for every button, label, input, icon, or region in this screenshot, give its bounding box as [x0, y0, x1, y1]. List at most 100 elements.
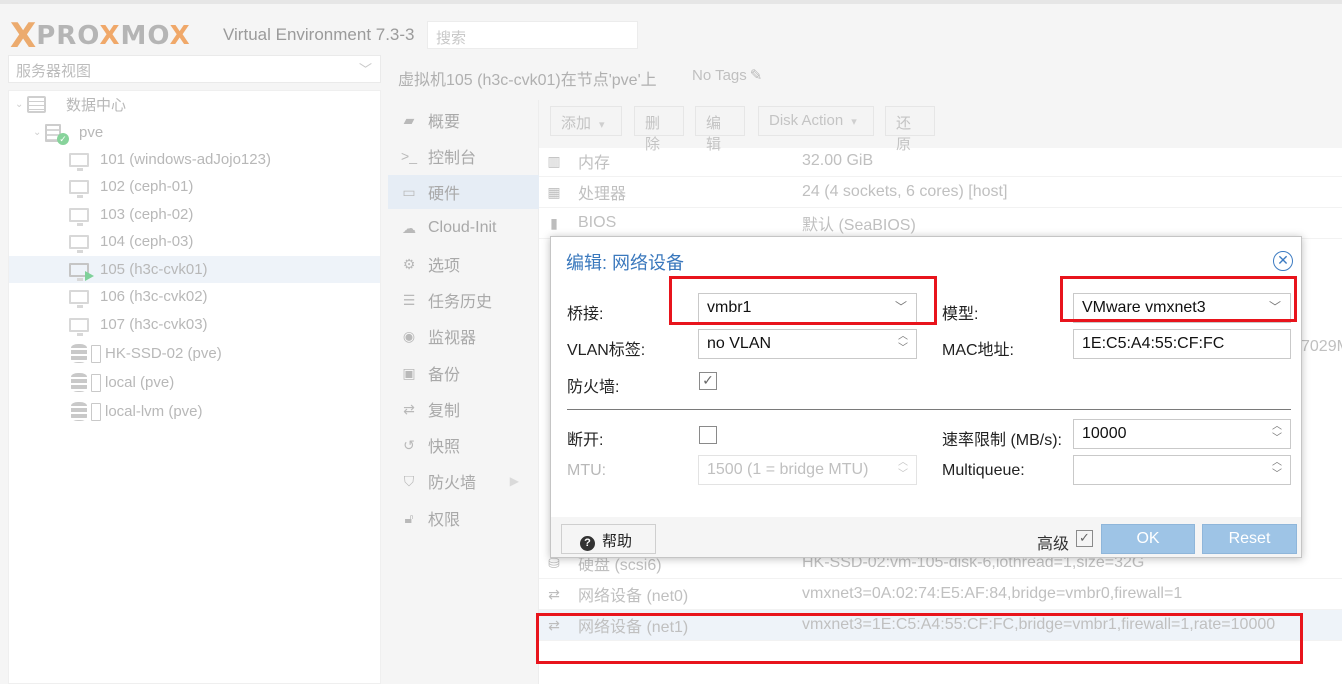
tree-node-storage[interactable]: HK-SSD-02 (pve) — [9, 340, 380, 367]
cpu-icon: ▦ — [547, 183, 561, 200]
hardware-row[interactable]: ▦ 处理器 24 (4 sockets, 6 cores) [host] — [539, 177, 1342, 208]
tree-node-vm[interactable]: 107 (h3c-cvk03) — [9, 311, 380, 338]
tree-node-label: local (pve) — [105, 374, 175, 391]
nav-monitor[interactable]: ◉ 监视器 — [388, 319, 539, 353]
nav-console[interactable]: >_ 控制台 — [388, 139, 539, 173]
running-play-icon — [85, 270, 94, 281]
tags-editor[interactable]: No Tags ✎ — [692, 66, 762, 84]
storage-doc-icon — [91, 402, 101, 421]
tree-node-label: HK-SSD-02 (pve) — [105, 345, 222, 362]
revert-button[interactable]: 还原 — [885, 106, 935, 153]
hardware-row[interactable]: ▥ 内存 32.00 GiB — [539, 146, 1342, 177]
history-icon: ↺ — [403, 436, 415, 453]
model-label: 模型: — [942, 306, 979, 323]
tree-node-pve[interactable]: ⌄ ✓ pve — [9, 119, 380, 146]
gear-icon: ⚙ — [402, 255, 416, 272]
nav-cloud-init[interactable]: ☁ Cloud-Init — [388, 211, 539, 245]
tree-node-vm[interactable]: 106 (h3c-cvk02) — [9, 283, 380, 310]
collapse-arrow-icon[interactable]: ⌄ — [33, 127, 45, 138]
view-selector[interactable]: 服务器视图 ﹀ — [8, 55, 381, 83]
mac-address-field[interactable]: 1E:C5:A4:55:CF:FC — [1073, 329, 1291, 359]
server-icon — [27, 96, 46, 113]
nav-label: 任务历史 — [428, 294, 493, 311]
nav-firewall[interactable]: ⛉ 防火墙 ▶ — [388, 464, 539, 498]
tree-node-vm[interactable]: 102 (ceph-01) — [9, 173, 380, 200]
reset-button[interactable]: Reset — [1202, 524, 1297, 554]
question-icon: ? — [580, 536, 595, 551]
eye-icon: ◉ — [402, 327, 416, 344]
spinner-icon[interactable]: ︿ ﹀ — [1272, 457, 1282, 481]
tree-node-datacenter[interactable]: ⌄ 数据中心 — [9, 91, 380, 118]
chevron-down-icon: ▾ — [599, 119, 605, 131]
nav-label: 概要 — [428, 114, 461, 131]
help-button[interactable]: ? 帮助 — [561, 524, 656, 554]
nav-task-history[interactable]: ☰ 任务历史 — [388, 283, 539, 317]
cloud-icon: ☁ — [402, 219, 416, 236]
nav-label: 快照 — [428, 439, 461, 456]
tags-label: No Tags — [692, 67, 747, 84]
firewall-checkbox[interactable]: ✓ — [699, 372, 717, 390]
ok-button[interactable]: OK — [1101, 524, 1195, 554]
storage-doc-icon — [91, 344, 101, 363]
vm-monitor-icon — [69, 234, 89, 253]
view-selector-value: 服务器视图 — [16, 63, 92, 80]
nav-hardware[interactable]: ▭ 硬件 — [388, 175, 539, 209]
hardware-toolbar: 添加 ▾ 删除 编辑 Disk Action ▾ 还原 — [539, 100, 1342, 153]
nav-options[interactable]: ⚙ 选项 — [388, 247, 539, 281]
divider — [567, 409, 1291, 410]
tree-node-vm[interactable]: 101 (windows-adJojo123) — [9, 146, 380, 173]
hardware-row[interactable]: ▮ BIOS 默认 (SeaBIOS) — [539, 208, 1342, 239]
tree-node-label: 105 (h3c-cvk01) — [100, 261, 208, 278]
search-input[interactable]: 搜索 — [427, 21, 638, 49]
resource-tree: ⌄ 数据中心 ⌄ ✓ pve 101 (windows-adJojo123) 1… — [8, 90, 381, 684]
chevron-down-icon: ▾ — [851, 116, 857, 128]
tree-node-vm[interactable]: 103 (ceph-02) — [9, 201, 380, 228]
collapse-arrow-icon[interactable]: ⌄ — [15, 99, 27, 110]
vm-monitor-icon — [69, 179, 89, 198]
vm-header: 虚拟机105 (h3c-cvk01)在节点'pve'上 No Tags ✎ — [388, 54, 1342, 98]
close-icon[interactable]: ✕ — [1273, 251, 1293, 271]
hardware-row[interactable]: ⇄ 网络设备 (net0) vmxnet3=0A:02:74:E5:AF:84,… — [539, 579, 1342, 610]
spinner-icon: ︿ ﹀ — [898, 457, 908, 480]
nav-summary[interactable]: ▰ 概要 — [388, 103, 539, 137]
terminal-icon: >_ — [401, 148, 417, 164]
vm-monitor-icon — [69, 317, 89, 336]
spinner-icon[interactable]: ︿ ﹀ — [1272, 421, 1282, 445]
hardware-value-partial: 7029M — [1301, 338, 1342, 355]
tree-node-vm-selected[interactable]: 105 (h3c-cvk01) — [9, 256, 380, 283]
pencil-icon[interactable]: ✎ — [750, 67, 763, 84]
floppy-icon: ▣ — [402, 364, 416, 381]
tree-node-label: local-lvm (pve) — [105, 403, 203, 420]
tree-node-label: 107 (h3c-cvk03) — [100, 316, 208, 333]
nav-permissions[interactable]: 🔓︎ 权限 — [388, 501, 539, 535]
nav-snapshots[interactable]: ↺ 快照 — [388, 428, 539, 462]
tree-node-storage[interactable]: local (pve) — [9, 369, 380, 396]
chevron-down-icon: ﹀ — [358, 62, 372, 77]
spinner-icon[interactable]: ︿ ﹀ — [898, 331, 908, 355]
nav-label: 选项 — [428, 258, 461, 275]
advanced-checkbox[interactable]: ✓ — [1076, 530, 1093, 547]
vm-monitor-icon — [69, 262, 94, 281]
nav-label: Cloud-Init — [428, 219, 497, 236]
vlan-tag-field[interactable]: no VLAN ︿ ﹀ — [698, 329, 917, 359]
remove-button[interactable]: 删除 — [634, 106, 684, 153]
product-version: Virtual Environment 7.3-3 — [223, 25, 415, 44]
multiqueue-field[interactable]: ︿ ﹀ — [1073, 455, 1291, 485]
tree-node-storage[interactable]: local-lvm (pve) — [9, 398, 380, 425]
nav-backup[interactable]: ▣ 备份 — [388, 356, 539, 390]
firewall-label: 防火墙: — [567, 379, 620, 396]
submenu-arrow-icon: ▶ — [509, 474, 519, 488]
highlight-box-net1 — [536, 613, 1303, 664]
add-button[interactable]: 添加 ▾ — [550, 106, 622, 136]
tree-node-label: 101 (windows-adJojo123) — [100, 151, 271, 168]
edit-button[interactable]: 编辑 — [695, 106, 745, 153]
proxmox-logo: X PROXMOX — [10, 18, 191, 54]
tree-node-label: pve — [79, 124, 104, 141]
highlight-box-bridge — [669, 276, 937, 325]
disconnect-checkbox[interactable] — [699, 426, 717, 444]
tree-node-vm[interactable]: 104 (ceph-03) — [9, 228, 380, 255]
microchip-icon: ▮ — [550, 214, 558, 231]
rate-limit-field[interactable]: 10000 ︿ ﹀ — [1073, 419, 1291, 449]
disk-action-button[interactable]: Disk Action ▾ — [758, 106, 874, 136]
nav-replication[interactable]: ⇄ 复制 — [388, 392, 539, 426]
